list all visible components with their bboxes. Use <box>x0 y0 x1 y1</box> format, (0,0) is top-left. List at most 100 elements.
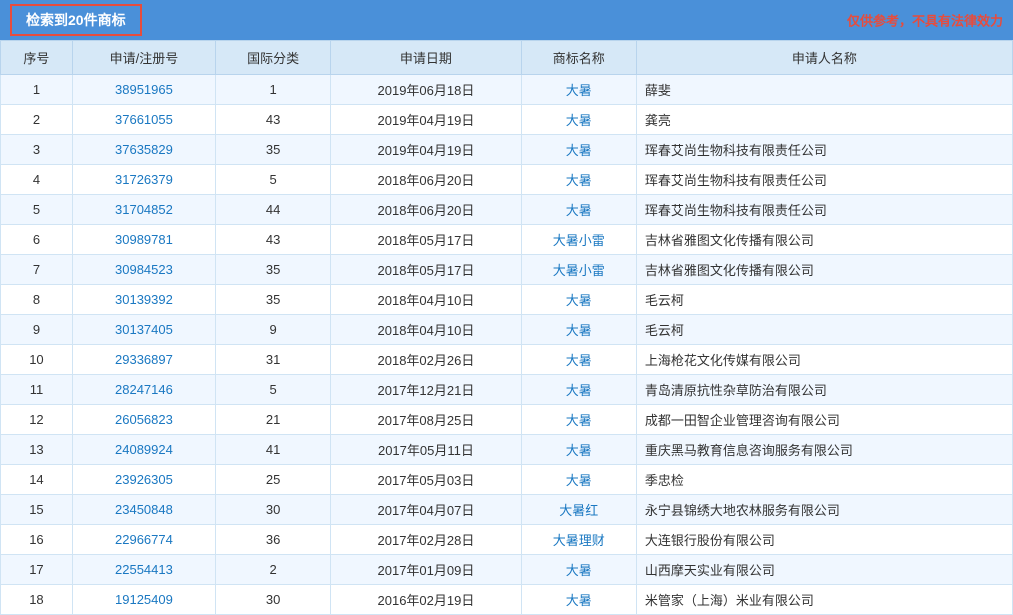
cell-app-no[interactable]: 30989781 <box>72 225 215 255</box>
cell-apply-date: 2019年04月19日 <box>331 135 521 165</box>
cell-intl-class: 43 <box>215 225 330 255</box>
cell-applicant: 吉林省雅图文化传播有限公司 <box>636 255 1012 285</box>
table-row: 13895196512019年06月18日大暑薛斐 <box>1 75 1013 105</box>
cell-seq: 9 <box>1 315 73 345</box>
cell-brand-name[interactable]: 大暑 <box>521 585 636 615</box>
table-header-row: 序号 申请/注册号 国际分类 申请日期 商标名称 申请人名称 <box>1 41 1013 75</box>
cell-applicant: 珲春艾尚生物科技有限责任公司 <box>636 195 1012 225</box>
cell-app-no[interactable]: 22966774 <box>72 525 215 555</box>
cell-intl-class: 21 <box>215 405 330 435</box>
cell-applicant: 季忠检 <box>636 465 1012 495</box>
cell-brand-name[interactable]: 大暑 <box>521 285 636 315</box>
cell-intl-class: 44 <box>215 195 330 225</box>
cell-applicant: 米管家（上海）米业有限公司 <box>636 585 1012 615</box>
cell-app-no[interactable]: 37661055 <box>72 105 215 135</box>
cell-applicant: 上海枪花文化传媒有限公司 <box>636 345 1012 375</box>
cell-seq: 17 <box>1 555 73 585</box>
cell-seq: 4 <box>1 165 73 195</box>
cell-applicant: 龚亮 <box>636 105 1012 135</box>
table-row: 337635829352019年04月19日大暑珲春艾尚生物科技有限责任公司 <box>1 135 1013 165</box>
cell-app-no[interactable]: 31704852 <box>72 195 215 225</box>
cell-apply-date: 2017年05月03日 <box>331 465 521 495</box>
cell-app-no[interactable]: 22554413 <box>72 555 215 585</box>
cell-apply-date: 2018年02月26日 <box>331 345 521 375</box>
table-row: 1029336897312018年02月26日大暑上海枪花文化传媒有限公司 <box>1 345 1013 375</box>
cell-intl-class: 36 <box>215 525 330 555</box>
cell-brand-name[interactable]: 大暑 <box>521 75 636 105</box>
cell-intl-class: 30 <box>215 495 330 525</box>
cell-apply-date: 2018年05月17日 <box>331 225 521 255</box>
col-intl-class: 国际分类 <box>215 41 330 75</box>
cell-brand-name[interactable]: 大暑 <box>521 435 636 465</box>
cell-app-no[interactable]: 23926305 <box>72 465 215 495</box>
cell-brand-name[interactable]: 大暑 <box>521 375 636 405</box>
disclaimer-label: 仅供参考，不具有法律效力 <box>847 11 1003 30</box>
cell-seq: 12 <box>1 405 73 435</box>
cell-brand-name[interactable]: 大暑小雷 <box>521 225 636 255</box>
cell-brand-name[interactable]: 大暑 <box>521 345 636 375</box>
cell-intl-class: 1 <box>215 75 330 105</box>
cell-apply-date: 2018年06月20日 <box>331 195 521 225</box>
cell-app-no[interactable]: 30139392 <box>72 285 215 315</box>
cell-apply-date: 2018年04月10日 <box>331 285 521 315</box>
cell-seq: 16 <box>1 525 73 555</box>
table-row: 1324089924412017年05月11日大暑重庆黑马教育信息咨询服务有限公… <box>1 435 1013 465</box>
cell-brand-name[interactable]: 大暑 <box>521 135 636 165</box>
cell-seq: 5 <box>1 195 73 225</box>
col-applicant: 申请人名称 <box>636 41 1012 75</box>
cell-applicant: 山西摩天实业有限公司 <box>636 555 1012 585</box>
cell-seq: 2 <box>1 105 73 135</box>
cell-brand-name[interactable]: 大暑红 <box>521 495 636 525</box>
cell-intl-class: 30 <box>215 585 330 615</box>
cell-seq: 3 <box>1 135 73 165</box>
table-row: 1423926305252017年05月03日大暑季忠检 <box>1 465 1013 495</box>
cell-brand-name[interactable]: 大暑 <box>521 465 636 495</box>
cell-brand-name[interactable]: 大暑小雷 <box>521 255 636 285</box>
cell-brand-name[interactable]: 大暑理财 <box>521 525 636 555</box>
table-row: 43172637952018年06月20日大暑珲春艾尚生物科技有限责任公司 <box>1 165 1013 195</box>
cell-intl-class: 5 <box>215 375 330 405</box>
table-row: 237661055432019年04月19日大暑龚亮 <box>1 105 1013 135</box>
cell-app-no[interactable]: 24089924 <box>72 435 215 465</box>
cell-app-no[interactable]: 30137405 <box>72 315 215 345</box>
table-row: 112824714652017年12月21日大暑青岛清原抗性杂草防治有限公司 <box>1 375 1013 405</box>
table-row: 730984523352018年05月17日大暑小雷吉林省雅图文化传播有限公司 <box>1 255 1013 285</box>
cell-brand-name[interactable]: 大暑 <box>521 105 636 135</box>
cell-app-no[interactable]: 30984523 <box>72 255 215 285</box>
table-row: 93013740592018年04月10日大暑毛云柯 <box>1 315 1013 345</box>
cell-apply-date: 2018年04月10日 <box>331 315 521 345</box>
cell-seq: 14 <box>1 465 73 495</box>
cell-applicant: 珲春艾尚生物科技有限责任公司 <box>636 165 1012 195</box>
cell-app-no[interactable]: 37635829 <box>72 135 215 165</box>
table-row: 630989781432018年05月17日大暑小雷吉林省雅图文化传播有限公司 <box>1 225 1013 255</box>
cell-brand-name[interactable]: 大暑 <box>521 165 636 195</box>
cell-apply-date: 2017年08月25日 <box>331 405 521 435</box>
cell-seq: 8 <box>1 285 73 315</box>
table-row: 1523450848302017年04月07日大暑红永宁县锦绣大地农林服务有限公… <box>1 495 1013 525</box>
cell-brand-name[interactable]: 大暑 <box>521 315 636 345</box>
cell-applicant: 大连银行股份有限公司 <box>636 525 1012 555</box>
cell-brand-name[interactable]: 大暑 <box>521 555 636 585</box>
cell-seq: 18 <box>1 585 73 615</box>
cell-apply-date: 2017年04月07日 <box>331 495 521 525</box>
cell-applicant: 毛云柯 <box>636 315 1012 345</box>
cell-app-no[interactable]: 28247146 <box>72 375 215 405</box>
table-row: 1226056823212017年08月25日大暑成都一田智企业管理咨询有限公司 <box>1 405 1013 435</box>
cell-app-no[interactable]: 26056823 <box>72 405 215 435</box>
cell-applicant: 珲春艾尚生物科技有限责任公司 <box>636 135 1012 165</box>
cell-brand-name[interactable]: 大暑 <box>521 405 636 435</box>
cell-seq: 15 <box>1 495 73 525</box>
table-row: 1622966774362017年02月28日大暑理财大连银行股份有限公司 <box>1 525 1013 555</box>
cell-brand-name[interactable]: 大暑 <box>521 195 636 225</box>
cell-app-no[interactable]: 29336897 <box>72 345 215 375</box>
cell-app-no[interactable]: 23450848 <box>72 495 215 525</box>
cell-app-no[interactable]: 31726379 <box>72 165 215 195</box>
cell-applicant: 成都一田智企业管理咨询有限公司 <box>636 405 1012 435</box>
cell-applicant: 薛斐 <box>636 75 1012 105</box>
cell-intl-class: 5 <box>215 165 330 195</box>
cell-apply-date: 2017年05月11日 <box>331 435 521 465</box>
table-row: 531704852442018年06月20日大暑珲春艾尚生物科技有限责任公司 <box>1 195 1013 225</box>
header-bar: 检索到20件商标 仅供参考，不具有法律效力 <box>0 0 1013 40</box>
cell-app-no[interactable]: 38951965 <box>72 75 215 105</box>
cell-app-no[interactable]: 19125409 <box>72 585 215 615</box>
